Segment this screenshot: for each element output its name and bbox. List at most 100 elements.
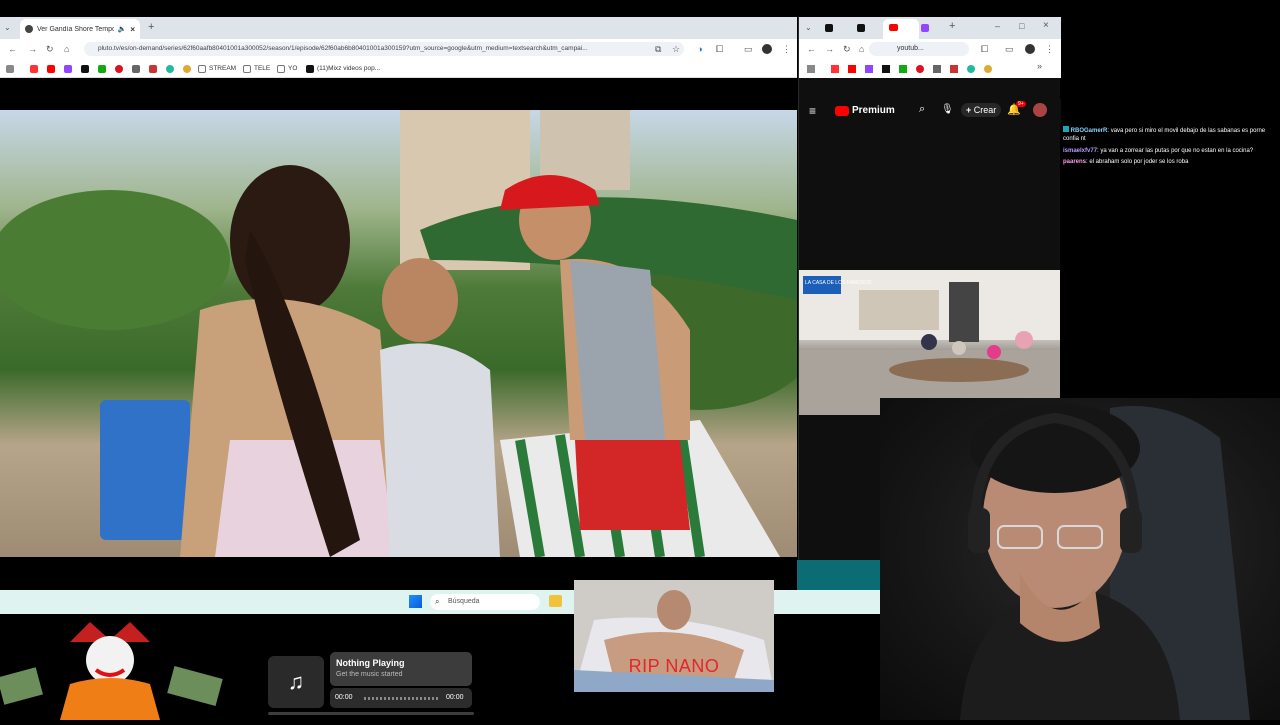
profile-avatar[interactable] bbox=[762, 44, 772, 54]
minimize-icon[interactable]: – bbox=[995, 21, 1000, 31]
stream-chat: RBOGamerR: vava pero si miro el movil de… bbox=[1063, 126, 1280, 170]
cast-icon[interactable]: ◗ bbox=[698, 39, 703, 59]
home-icon[interactable]: ⌂ bbox=[64, 39, 69, 59]
right-sidepanel-icon[interactable]: ▭ bbox=[1005, 39, 1014, 59]
sidepanel-icon[interactable]: ▭ bbox=[744, 39, 753, 59]
youtube-search-icon[interactable]: ⌕ bbox=[919, 103, 925, 116]
bookmark-icon-6[interactable] bbox=[115, 64, 123, 73]
show-logo-text: LA CASA DE LOS FAMOSOS bbox=[805, 280, 872, 286]
window-close-icon[interactable]: × bbox=[1043, 20, 1049, 31]
orange-suit bbox=[60, 678, 160, 720]
windows-start-icon[interactable] bbox=[409, 595, 422, 608]
back-icon[interactable]: ← bbox=[8, 39, 17, 59]
hamburger-menu-icon[interactable]: ≡ bbox=[809, 104, 816, 118]
bookmarks-overflow-icon[interactable]: » bbox=[1037, 61, 1042, 71]
install-icon[interactable]: ⧉ bbox=[655, 39, 661, 59]
mini-video-player[interactable]: LA CASA DE LOS FAMOSOS bbox=[799, 270, 1060, 415]
bookmark-folder-tele[interactable]: TELE bbox=[243, 64, 270, 73]
right-forward-icon[interactable]: → bbox=[825, 39, 834, 59]
chat-text: : el abraham solo por joder se los roba bbox=[1086, 159, 1189, 166]
tab-search-icon[interactable]: ⌄ bbox=[4, 23, 11, 32]
bookmark-icon-8[interactable] bbox=[149, 64, 157, 73]
right-url-text: youtub... bbox=[897, 45, 924, 52]
right-profile-avatar[interactable] bbox=[1025, 44, 1035, 54]
right-bm-icon[interactable] bbox=[916, 65, 924, 73]
bookmark-folder-yo[interactable]: YO bbox=[277, 64, 297, 73]
right-bm-youtube-icon[interactable] bbox=[848, 65, 856, 73]
music-subtitle: Get the music started bbox=[336, 671, 403, 678]
right-new-tab-icon[interactable]: + bbox=[949, 20, 955, 32]
apps-grid-icon[interactable] bbox=[6, 64, 14, 73]
taskbar-search-box[interactable]: ⌕ Búsqueda bbox=[430, 594, 540, 610]
person-seated bbox=[987, 345, 1001, 359]
right-bm-kick-icon[interactable] bbox=[899, 65, 907, 73]
tab-youtube-active[interactable] bbox=[883, 19, 919, 39]
tab-close-icon[interactable]: × bbox=[130, 25, 135, 34]
youtube-premium-label[interactable]: Premium bbox=[852, 105, 895, 116]
bookmark-twitch-icon[interactable] bbox=[64, 64, 72, 73]
person-head bbox=[382, 258, 458, 342]
tab-pluto[interactable]: Ver Gandía Shore Tempora... 🔈 × bbox=[20, 19, 140, 39]
red-shorts bbox=[575, 440, 690, 530]
bookmark-kick-icon[interactable] bbox=[98, 64, 106, 73]
youtube-logo-icon[interactable] bbox=[835, 106, 849, 116]
chat-text: : ya van a zorrear las putas por que no … bbox=[1097, 147, 1254, 154]
address-bar[interactable]: pluto.tv/es/on-demand/series/62f60aafb80… bbox=[84, 42, 684, 56]
taskbar-search-icon: ⌕ bbox=[435, 597, 440, 606]
right-apps-icon[interactable] bbox=[807, 65, 815, 73]
youtube-account-avatar[interactable] bbox=[1033, 103, 1047, 117]
bookmark-mixz-videos[interactable]: (11)Mixz videos pop... bbox=[306, 64, 380, 73]
right-bm-twitch-icon[interactable] bbox=[865, 65, 873, 73]
bookmark-icon-10[interactable] bbox=[183, 64, 191, 73]
bookmark-tiktok-icon[interactable] bbox=[81, 64, 89, 73]
forward-icon[interactable]: → bbox=[28, 39, 37, 59]
dining-table bbox=[889, 358, 1029, 382]
right-tab-search-icon[interactable]: ⌄ bbox=[805, 23, 812, 32]
shelf-dark bbox=[949, 282, 979, 342]
reload-icon[interactable]: ↻ bbox=[46, 39, 54, 59]
right-home-icon[interactable]: ⌂ bbox=[859, 39, 864, 59]
extensions-icon[interactable]: ⧠ bbox=[716, 39, 723, 59]
tab-tiktok-icon[interactable] bbox=[857, 24, 865, 32]
tab-tiktok-icon[interactable] bbox=[825, 24, 833, 32]
bookmark-folder-stream[interactable]: STREAM bbox=[198, 64, 236, 73]
pluto-favicon bbox=[25, 25, 33, 33]
right-bm-tiktok-icon[interactable] bbox=[882, 65, 890, 73]
rip-caption: RIP NANO bbox=[628, 656, 720, 676]
microphone-icon[interactable]: 🎙 bbox=[941, 104, 954, 115]
right-back-icon[interactable]: ← bbox=[807, 39, 816, 59]
notification-count-badge: 9+ bbox=[1016, 101, 1026, 107]
video-frame-illustration bbox=[0, 110, 797, 557]
music-progress-bar[interactable]: 00:00 00:00 bbox=[330, 688, 472, 708]
right-menu-kebab-icon[interactable]: ⋮ bbox=[1045, 39, 1054, 59]
new-tab-icon[interactable]: + bbox=[148, 21, 154, 33]
chat-username[interactable]: RBOGamerR bbox=[1071, 128, 1108, 134]
bookmark-youtube-icon[interactable] bbox=[47, 64, 55, 73]
music-progress-track[interactable] bbox=[364, 697, 440, 700]
right-address-bar[interactable]: youtub... bbox=[869, 42, 969, 56]
create-button[interactable]: + Crear bbox=[961, 103, 1002, 117]
bookmark-star-icon[interactable]: ☆ bbox=[672, 39, 680, 59]
chat-username[interactable]: paarens bbox=[1063, 159, 1086, 165]
tab-twitch-icon[interactable] bbox=[921, 24, 929, 32]
right-reload-icon[interactable]: ↻ bbox=[843, 39, 851, 59]
maximize-icon[interactable]: □ bbox=[1019, 21, 1024, 31]
chat-username[interactable]: ismaelxfv77 bbox=[1063, 148, 1097, 154]
bookmark-icon-7[interactable] bbox=[132, 64, 140, 73]
file-explorer-icon[interactable] bbox=[549, 595, 562, 607]
bookmark-icon-1[interactable] bbox=[30, 64, 38, 73]
money-fan-left bbox=[0, 667, 43, 705]
bookmark-icon-9[interactable] bbox=[166, 64, 174, 73]
youtube-favicon bbox=[889, 24, 898, 31]
right-bm-icon[interactable] bbox=[933, 65, 941, 73]
music-widget-underline bbox=[268, 712, 474, 715]
tab-title: Ver Gandía Shore Tempora... bbox=[37, 25, 114, 33]
right-bm-icon[interactable] bbox=[950, 65, 958, 73]
right-extensions-icon[interactable]: ⧠ bbox=[981, 39, 988, 59]
right-nav-toolbar: ← → ↻ ⌂ youtub... ⧠ ▭ ⋮ bbox=[799, 39, 1061, 59]
menu-kebab-icon[interactable]: ⋮ bbox=[782, 39, 791, 59]
right-bm-icon[interactable] bbox=[831, 65, 839, 73]
right-bm-icon[interactable] bbox=[967, 65, 975, 73]
main-video-player[interactable] bbox=[0, 110, 797, 557]
right-bm-icon[interactable] bbox=[984, 65, 992, 73]
